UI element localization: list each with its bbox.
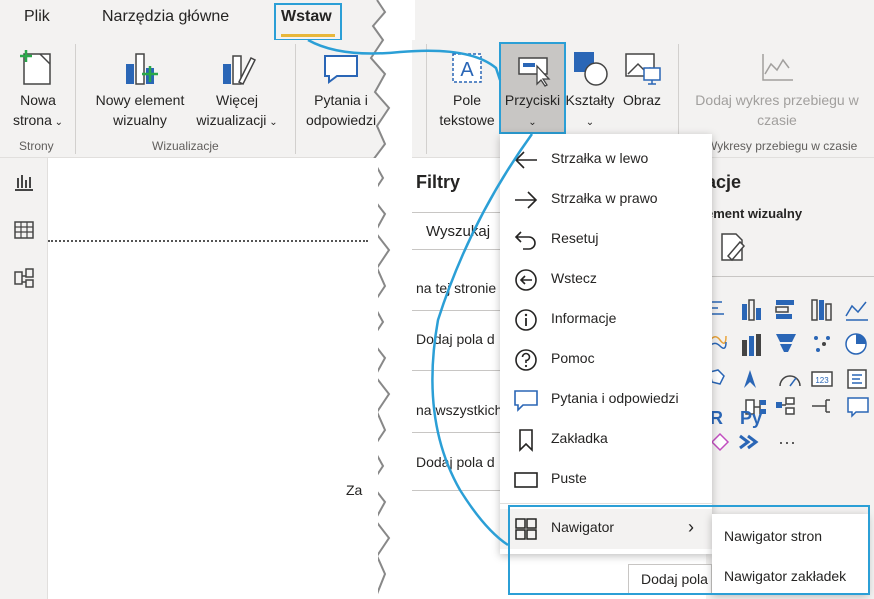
tab-narzedzia-glowne[interactable]: Narzędzia główne: [102, 8, 229, 26]
menu-item-label: Zakładka: [551, 430, 608, 446]
format-visual-icon[interactable]: [718, 230, 748, 264]
qa-icon: [514, 390, 538, 412]
filters-search-input[interactable]: Wyszukaj: [412, 212, 512, 250]
divider: [412, 432, 502, 433]
menu-item-arrow-right[interactable]: Strzałka w prawo: [500, 180, 712, 220]
group-label-wykresy: Wykresy przebiegu w czasie: [706, 139, 858, 153]
new-visual-icon: [126, 53, 158, 85]
divider: [500, 503, 712, 504]
svg-text:A: A: [460, 59, 474, 81]
more-visuals-button[interactable]: Więcej wizualizacji ⌄: [192, 48, 282, 133]
info-icon: [515, 309, 537, 331]
new-page-icon: [20, 50, 51, 85]
menu-item-label: Strzałka w lewo: [551, 150, 649, 166]
image-label: Obraz: [622, 92, 662, 108]
new-page-button[interactable]: Nowa strona ⌄: [10, 48, 66, 133]
menu-item-arrow-left[interactable]: Strzałka w lewo: [500, 140, 712, 180]
arrow-right-icon: [515, 191, 538, 209]
buttons-highlight-box: [499, 42, 566, 134]
menu-item-help[interactable]: Pomoc: [500, 340, 712, 380]
canvas-text-fragment: Za: [346, 482, 363, 498]
reset-icon: [514, 231, 536, 250]
bookmark-icon: [519, 429, 533, 452]
image-button[interactable]: Obraz: [618, 48, 666, 110]
python-visual-label: Py: [740, 408, 762, 428]
more-visuals-ellipsis: ···: [778, 432, 796, 452]
filters-search-placeholder: Wyszukaj: [426, 223, 491, 240]
filters-add-fields-page[interactable]: Dodaj pola d: [416, 331, 495, 347]
text-box-label-1: Pole: [452, 92, 482, 108]
visualizations-subtitle: ement wizualny: [706, 206, 803, 221]
image-icon: [625, 53, 661, 85]
new-page-label-2: strona: [12, 112, 52, 128]
new-visual-button[interactable]: Nowy element wizualny: [88, 48, 192, 130]
report-canvas[interactable]: [48, 158, 378, 599]
menu-item-label: Pytania i odpowiedzi: [551, 390, 679, 406]
ribbon-separator: [75, 44, 76, 154]
model-view-icon[interactable]: [12, 266, 36, 290]
tab-plik[interactable]: Plik: [24, 8, 50, 26]
add-sparkline-button[interactable]: Dodaj wykres przebiegu w czasie: [684, 48, 870, 130]
shapes-label: Kształty: [565, 92, 615, 108]
arrow-left-icon: [514, 151, 537, 169]
menu-item-label: Strzałka w prawo: [551, 190, 658, 206]
new-visual-label-1: Nowy element: [95, 92, 185, 108]
group-label-strony: Strony: [19, 139, 54, 153]
left-view-rail: [0, 158, 48, 599]
filters-section-all-pages: na wszystkich: [416, 402, 503, 418]
text-box-icon: A: [452, 53, 482, 83]
blank-icon: [514, 472, 538, 488]
divider: [412, 370, 502, 371]
more-visuals-label-1: Więcej: [215, 92, 258, 108]
menu-item-qa[interactable]: Pytania i odpowiedzi: [500, 380, 712, 420]
menu-item-info[interactable]: Informacje: [500, 300, 712, 340]
menu-item-label: Informacje: [551, 310, 617, 326]
sparkline-label-1: Dodaj wykres przebiegu w: [695, 92, 859, 108]
menu-item-label: Resetuj: [551, 230, 599, 246]
more-visuals-label-2: wizualizacji: [196, 112, 267, 128]
navigator-highlight-box: [508, 505, 870, 595]
filters-title: Filtry: [416, 172, 461, 192]
ribbon-tab-bar: Plik Narzędzia główne Wstaw: [0, 0, 874, 40]
more-visuals-icon: [223, 55, 257, 86]
menu-item-blank[interactable]: Puste: [500, 460, 712, 500]
table-view-icon[interactable]: [12, 218, 36, 242]
text-box-button[interactable]: A Pole tekstowe: [432, 48, 502, 130]
tab-wstaw-highlight: [274, 3, 342, 41]
divider: [706, 276, 874, 277]
svg-text:123: 123: [815, 376, 829, 385]
ribbon-separator: [426, 44, 427, 154]
back-circle-icon: [515, 269, 537, 291]
shapes-button[interactable]: Kształty ⌄: [564, 48, 616, 133]
new-visual-label-2: wizualny: [113, 112, 167, 128]
visualization-icon-grid[interactable]: 123 R Py ···: [706, 296, 874, 466]
menu-item-label: Wstecz: [551, 270, 597, 286]
sparkline-icon: [762, 54, 793, 81]
sparkline-label-2: czasie: [757, 112, 797, 128]
menu-item-label: Pomoc: [551, 350, 595, 366]
ribbon-separator: [295, 44, 296, 154]
menu-item-back[interactable]: Wstecz: [500, 260, 712, 300]
canvas-dotted-line: [48, 240, 368, 242]
text-box-label-2: tekstowe: [439, 112, 495, 128]
divider: [412, 490, 502, 491]
new-page-label-1: Nowa: [20, 92, 56, 108]
report-view-icon[interactable]: [12, 170, 36, 194]
filters-section-this-page: na tej stronie: [416, 280, 497, 296]
menu-item-label: Puste: [551, 470, 587, 486]
menu-item-reset[interactable]: Resetuj: [500, 220, 712, 260]
group-label-wizualizacje: Wizualizacje: [152, 139, 219, 153]
menu-item-bookmark[interactable]: Zakładka: [500, 420, 712, 460]
help-icon: [515, 349, 537, 371]
divider: [412, 310, 502, 311]
shapes-icon: [574, 52, 608, 86]
filters-add-fields-all[interactable]: Dodaj pola d: [416, 454, 495, 470]
